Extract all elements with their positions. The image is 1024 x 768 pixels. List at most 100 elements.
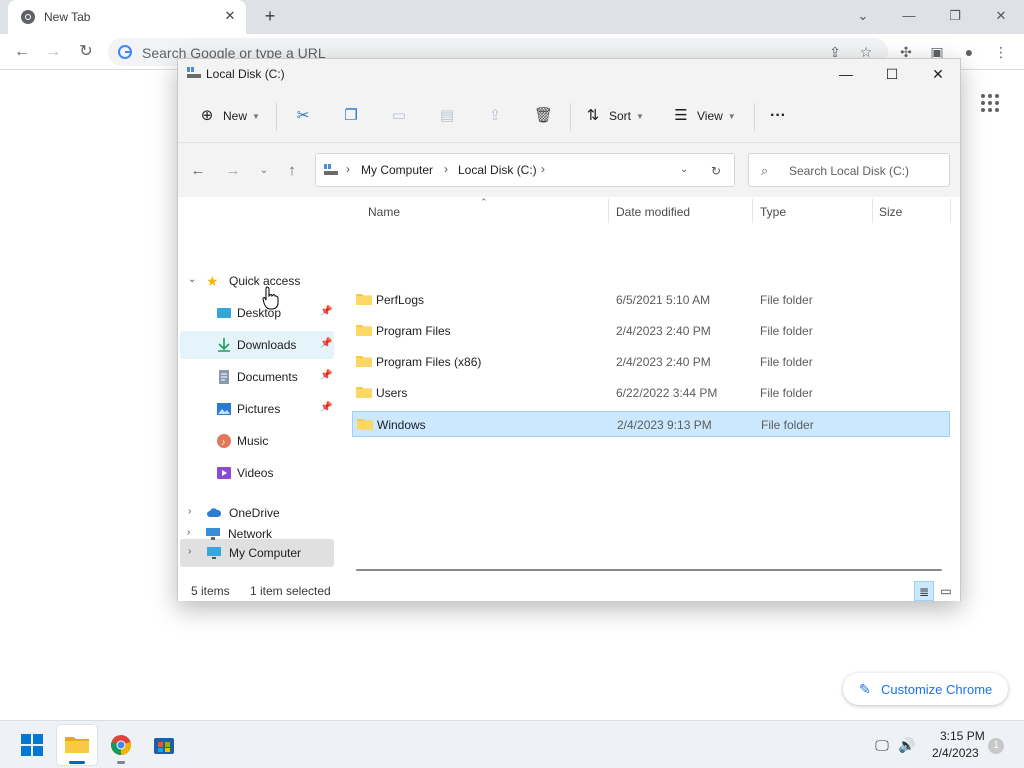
documents-icon [219, 370, 229, 384]
selection-count: 1 item selected [250, 584, 331, 598]
cut-button[interactable]: ✂ [294, 105, 312, 127]
pin-icon[interactable]: 📌 [320, 338, 332, 349]
copy-button[interactable]: ❐ [342, 105, 360, 127]
customize-chrome-label: Customize Chrome [881, 682, 993, 697]
pin-icon[interactable]: 📌 [320, 306, 332, 317]
forward-arrow-icon[interactable]: → [223, 161, 243, 181]
explorer-close-icon[interactable]: ✕ [926, 63, 950, 85]
new-label: New [223, 109, 248, 123]
tab-new-tab[interactable]: New Tab ✕ [8, 0, 246, 34]
table-row[interactable]: Program Files (x86) 2/4/2023 2:40 PM Fil… [352, 349, 950, 375]
table-row-selected[interactable]: Windows 2/4/2023 9:13 PM File folder [352, 411, 950, 437]
table-row[interactable]: Users 6/22/2022 3:44 PM File folder [352, 380, 950, 406]
table-row[interactable]: Program Files 2/4/2023 2:40 PM File fold… [352, 318, 950, 344]
breadcrumb-my-computer[interactable]: My Computer [361, 163, 433, 177]
windows-logo-icon [21, 734, 43, 756]
nav-item-quick-access[interactable]: ⌄ ★ Quick access [180, 267, 334, 295]
explorer-minimize-icon[interactable]: — [834, 63, 858, 85]
taskbar-store[interactable] [144, 725, 184, 765]
drive-icon [187, 67, 201, 78]
store-icon [154, 738, 174, 754]
back-arrow-icon[interactable]: ← [188, 161, 208, 181]
chrome-favicon-icon [21, 10, 35, 24]
paste-button[interactable]: ▭ [390, 105, 408, 127]
drive-icon [324, 164, 338, 175]
breadcrumb-chevron-icon: › [541, 162, 545, 176]
nav-item-documents[interactable]: Documents 📌 [180, 363, 334, 391]
navigation-row: ← → ⌄ ↑ › My Computer › Local Disk (C:) … [178, 143, 960, 197]
google-apps-icon[interactable] [981, 94, 999, 112]
tab-search-icon[interactable]: ⌄ [853, 6, 873, 26]
details-view-icon[interactable]: ≣ [914, 581, 934, 601]
column-label: Date modified [616, 205, 691, 219]
notification-badge[interactable]: 1 [988, 738, 1004, 754]
music-icon: ♪ [217, 434, 231, 448]
chevron-down-icon: ▼ [636, 111, 644, 121]
horizontal-scrollbar[interactable] [356, 569, 942, 571]
chrome-menu-icon[interactable]: ⋮ [992, 43, 1010, 61]
taskbar-file-explorer[interactable] [57, 725, 97, 765]
divider [950, 199, 951, 223]
column-header-date-modified[interactable]: Date modified [609, 197, 753, 225]
pin-icon[interactable]: 📌 [320, 370, 332, 381]
profile-avatar-icon[interactable]: ● [960, 43, 978, 61]
up-arrow-icon[interactable]: ↑ [282, 161, 302, 181]
rename-button[interactable]: ▤ [438, 105, 456, 127]
column-header-size[interactable]: Size [873, 197, 951, 225]
minimize-icon[interactable]: — [899, 6, 919, 26]
clock-time[interactable]: 3:15 PM [940, 729, 985, 743]
running-indicator [69, 761, 85, 764]
file-date: 6/22/2022 3:44 PM [616, 386, 718, 400]
table-row[interactable]: PerfLogs 6/5/2021 5:10 AM File folder [352, 287, 950, 313]
tab-close-icon[interactable]: ✕ [222, 8, 238, 24]
file-type: File folder [760, 293, 813, 307]
address-bar[interactable]: › My Computer › Local Disk (C:) › ⌄ ↻ [315, 153, 735, 187]
address-history-chevron-icon[interactable]: ⌄ [680, 164, 688, 175]
nav-item-desktop[interactable]: Desktop 📌 [180, 299, 334, 327]
forward-icon[interactable]: → [43, 42, 63, 62]
start-button[interactable] [12, 725, 52, 765]
delete-button[interactable]: 🗑 [534, 105, 553, 127]
pin-icon[interactable]: 📌 [320, 402, 332, 413]
customize-chrome-button[interactable]: ✎ Customize Chrome [843, 673, 1008, 705]
nav-item-music[interactable]: ♪ Music [180, 427, 334, 455]
nav-item-pictures[interactable]: Pictures 📌 [180, 395, 334, 423]
chevron-down-icon: ⌄ [188, 274, 197, 285]
tiles-view-icon[interactable]: ▭ [936, 581, 956, 601]
close-icon[interactable]: ✕ [991, 6, 1011, 26]
share-button[interactable]: ⇪ [486, 105, 504, 127]
file-list: ⌃ Name Date modified Type Size PerfLogs … [338, 197, 960, 581]
taskbar-chrome[interactable] [101, 725, 141, 765]
search-field[interactable]: ⌕ Search Local Disk (C:) [748, 153, 950, 187]
svg-text:♪: ♪ [221, 437, 226, 447]
divider [754, 103, 755, 131]
desktop-icon [217, 308, 231, 318]
sort-arrows-icon: ⇅ [586, 107, 600, 124]
downloads-icon [218, 338, 230, 352]
nav-item-videos[interactable]: Videos [180, 459, 334, 487]
nav-item-network[interactable]: › Network [179, 520, 333, 548]
view-button[interactable]: ☰ View ▼ [672, 105, 735, 127]
recent-locations-chevron-icon[interactable]: ⌄ [254, 161, 274, 181]
clock-date[interactable]: 2/4/2023 [932, 746, 979, 760]
explorer-maximize-icon[interactable]: ☐ [880, 63, 904, 85]
column-header-type[interactable]: Type [753, 197, 873, 225]
nav-item-downloads[interactable]: Downloads 📌 [180, 331, 334, 359]
new-button[interactable]: ⊕ New ▼ [198, 105, 260, 127]
column-header-name[interactable]: Name [352, 197, 609, 225]
explorer-title-bar[interactable]: Local Disk (C:) — ☐ ✕ [178, 59, 960, 89]
reload-icon[interactable]: ↻ [76, 42, 96, 62]
file-date: 2/4/2023 2:40 PM [616, 355, 711, 369]
sort-button[interactable]: ⇅ Sort ▼ [584, 105, 644, 127]
folder-icon [356, 294, 372, 305]
restore-icon[interactable]: ❐ [945, 6, 965, 26]
volume-icon[interactable]: 🔊 [897, 735, 917, 755]
new-tab-button[interactable]: + [260, 7, 280, 27]
breadcrumb-local-disk[interactable]: Local Disk (C:) [458, 163, 537, 177]
back-icon[interactable]: ← [12, 42, 32, 62]
folder-icon [356, 325, 372, 336]
network-tray-icon[interactable]: 🖵 [872, 735, 892, 755]
divider [276, 103, 277, 131]
more-options-button[interactable]: ··· [770, 105, 786, 127]
refresh-icon[interactable]: ↻ [711, 164, 721, 178]
